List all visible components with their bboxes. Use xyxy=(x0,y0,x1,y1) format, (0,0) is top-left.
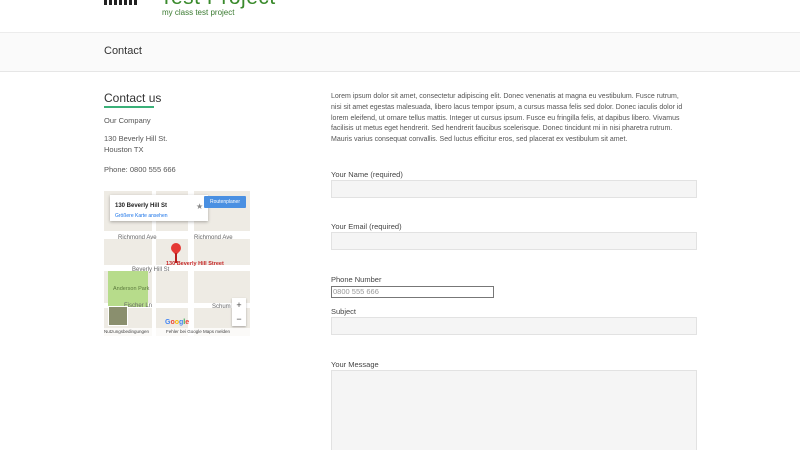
message-field[interactable] xyxy=(331,370,697,450)
page-title-bar: Contact xyxy=(0,32,800,72)
map-info-card: 130 Beverly Hill St Größere Karte ansehe… xyxy=(110,195,208,221)
email-label: Your Email (required) xyxy=(331,222,402,231)
company-name: Our Company xyxy=(104,116,151,125)
address-line-2: Houston TX xyxy=(104,145,144,154)
street-label: Schum xyxy=(212,304,231,310)
address-line-1: 130 Beverly Hill St. xyxy=(104,134,168,143)
heading-underline xyxy=(104,106,154,108)
message-label: Your Message xyxy=(331,360,379,369)
map-footer: Nutzungsbedingungen Fehler bei Google Ma… xyxy=(104,328,250,336)
google-map[interactable]: Anderson Park Richmond Ave Richmond Ave … xyxy=(104,191,250,336)
site-logo[interactable] xyxy=(104,0,138,6)
report-error-link[interactable]: Fehler bei Google Maps melden xyxy=(166,328,230,336)
name-label: Your Name (required) xyxy=(331,170,403,179)
subject-field[interactable] xyxy=(331,317,697,335)
pin-label: 130 Beverly Hill Street xyxy=(166,261,224,267)
page-title: Contact xyxy=(104,45,142,57)
map-card-title: 130 Beverly Hill St xyxy=(115,203,168,209)
name-field[interactable] xyxy=(331,180,697,198)
contact-heading: Contact us xyxy=(104,91,162,105)
street-label: Fischer Ln xyxy=(124,303,153,309)
google-logo: Google xyxy=(165,319,190,326)
email-field[interactable] xyxy=(331,232,697,250)
street-label: Beverly Hill St xyxy=(132,267,170,273)
phone-label: Phone Number xyxy=(331,275,382,284)
subject-label: Subject xyxy=(331,307,357,316)
phone-text: Phone: 0800 555 666 xyxy=(104,165,176,174)
zoom-out-button[interactable]: − xyxy=(232,312,246,326)
phone-field[interactable]: 0800 555 666 xyxy=(331,286,494,298)
intro-paragraph: Lorem ipsum dolor sit amet, consectetur … xyxy=(331,93,683,144)
zoom-in-button[interactable]: + xyxy=(232,298,246,312)
star-icon[interactable]: ★ xyxy=(196,202,203,211)
street-label: Richmond Ave xyxy=(118,235,157,241)
street-label: Richmond Ave xyxy=(194,235,233,241)
route-planner-button[interactable]: Routenplaner xyxy=(204,196,246,208)
larger-map-link[interactable]: Größere Karte ansehen xyxy=(115,213,168,219)
zoom-control: + − xyxy=(232,298,246,326)
street-view-thumbnail[interactable] xyxy=(108,306,128,326)
site-tagline: my class test project xyxy=(162,8,235,17)
park-label: Anderson Park xyxy=(113,286,150,292)
terms-link[interactable]: Nutzungsbedingungen xyxy=(104,328,149,336)
site-header: Test Project my class test project xyxy=(0,0,800,32)
